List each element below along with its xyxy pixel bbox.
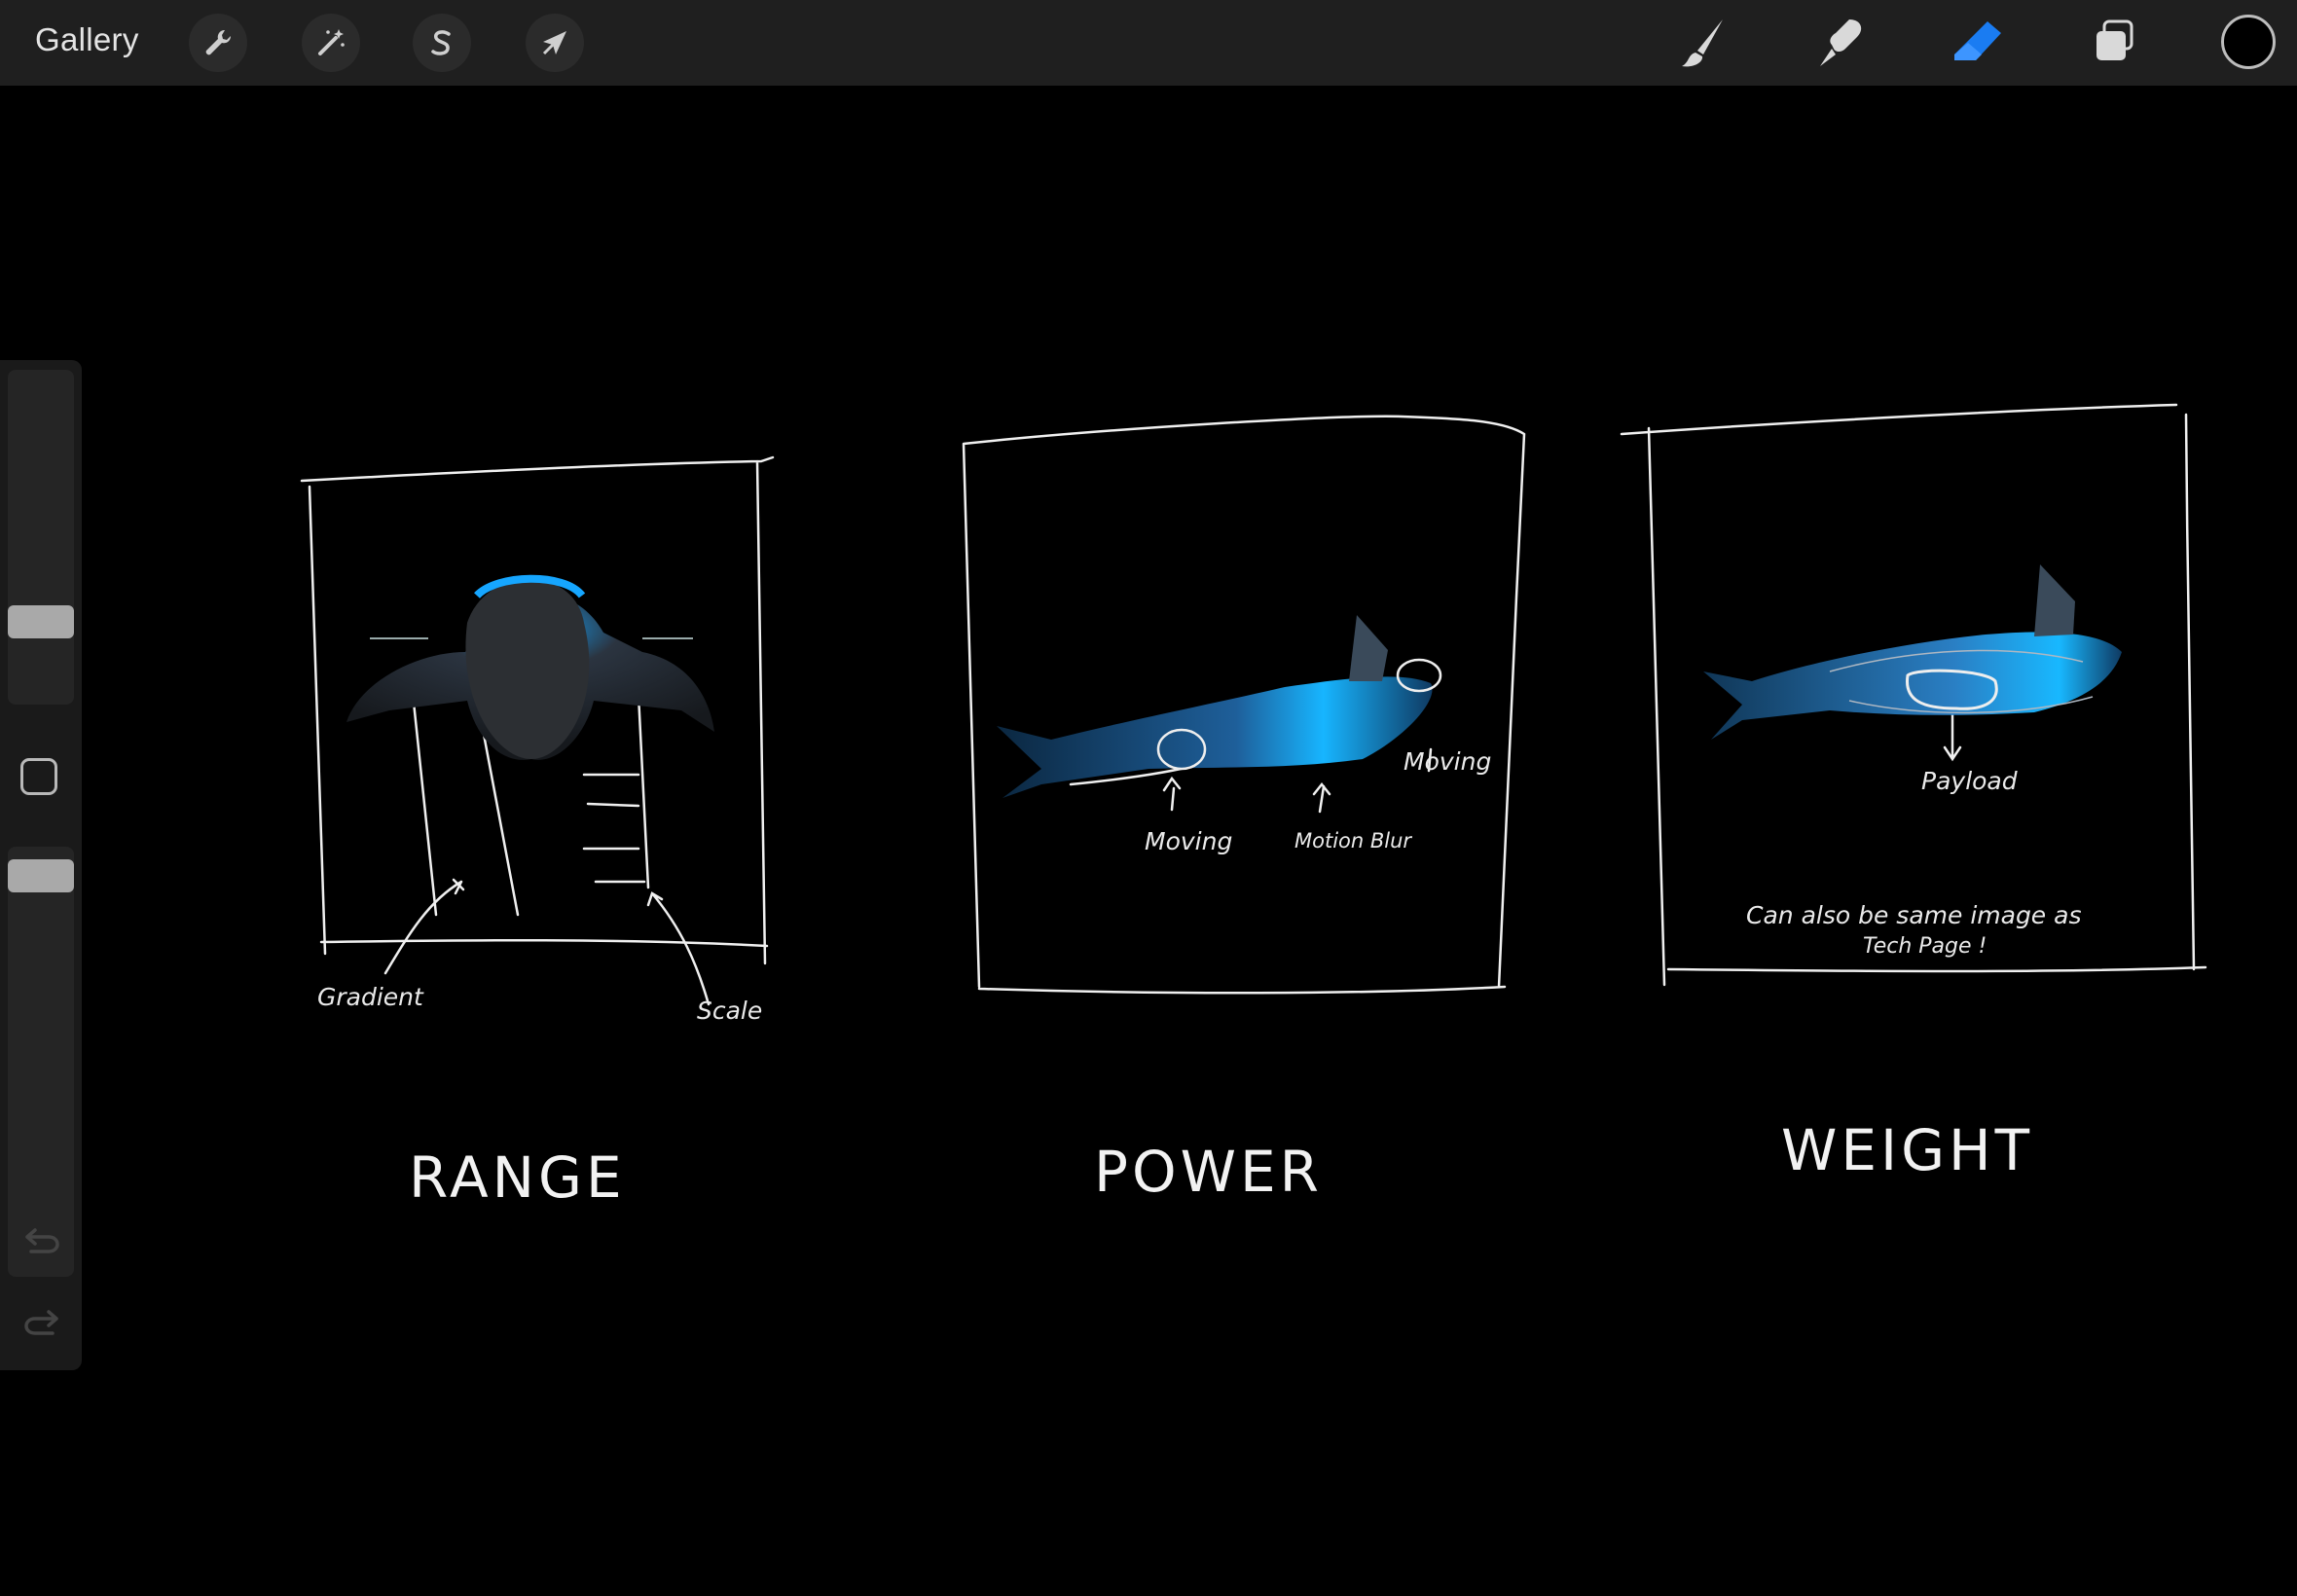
aircraft-front-view bbox=[346, 574, 714, 760]
color-picker-button[interactable] bbox=[2221, 15, 2276, 69]
eraser-button[interactable] bbox=[1947, 14, 2009, 72]
smudge-icon bbox=[1820, 19, 1862, 66]
actions-button[interactable] bbox=[189, 14, 247, 72]
brush-button[interactable] bbox=[1674, 14, 1736, 72]
transform-button[interactable] bbox=[526, 14, 584, 72]
annotation-gradient: Gradient bbox=[317, 983, 423, 1011]
title-range: RANGE bbox=[409, 1144, 626, 1211]
title-power: POWER bbox=[1094, 1139, 1323, 1205]
aircraft-side-view-weight bbox=[1703, 564, 2122, 740]
smudge-button[interactable] bbox=[1810, 14, 1873, 72]
title-weight: WEIGHT bbox=[1781, 1117, 2034, 1183]
magic-wand-icon bbox=[318, 29, 345, 55]
aircraft-side-view-power bbox=[997, 615, 1442, 798]
drawing-canvas[interactable]: Gradient Scale Moving Motion Blur Moving… bbox=[0, 86, 2297, 1596]
gallery-button[interactable]: Gallery bbox=[35, 21, 139, 58]
adjustments-button[interactable] bbox=[302, 14, 360, 72]
layers-icon bbox=[2096, 19, 2133, 60]
selection-button[interactable] bbox=[413, 14, 471, 72]
annotation-scale: Scale bbox=[697, 997, 763, 1025]
eraser-icon bbox=[1954, 21, 2001, 60]
layers-button[interactable] bbox=[2083, 14, 2145, 72]
brush-icon bbox=[1682, 19, 1723, 67]
top-toolbar: Gallery bbox=[0, 0, 2297, 86]
annotation-same-image: Can also be same image as bbox=[1746, 901, 2082, 929]
annotation-tech-page: Tech Page ! bbox=[1863, 934, 1987, 959]
selection-s-icon bbox=[431, 30, 451, 55]
annotation-motion-blur: Motion Blur bbox=[1294, 829, 1412, 852]
annotation-payload: Payload bbox=[1921, 767, 2018, 795]
annotation-moving-left: Moving bbox=[1145, 827, 1233, 855]
annotation-moving-right: Moving bbox=[1404, 747, 1492, 776]
arrow-cursor-icon bbox=[542, 31, 566, 55]
wrench-icon bbox=[205, 29, 232, 55]
